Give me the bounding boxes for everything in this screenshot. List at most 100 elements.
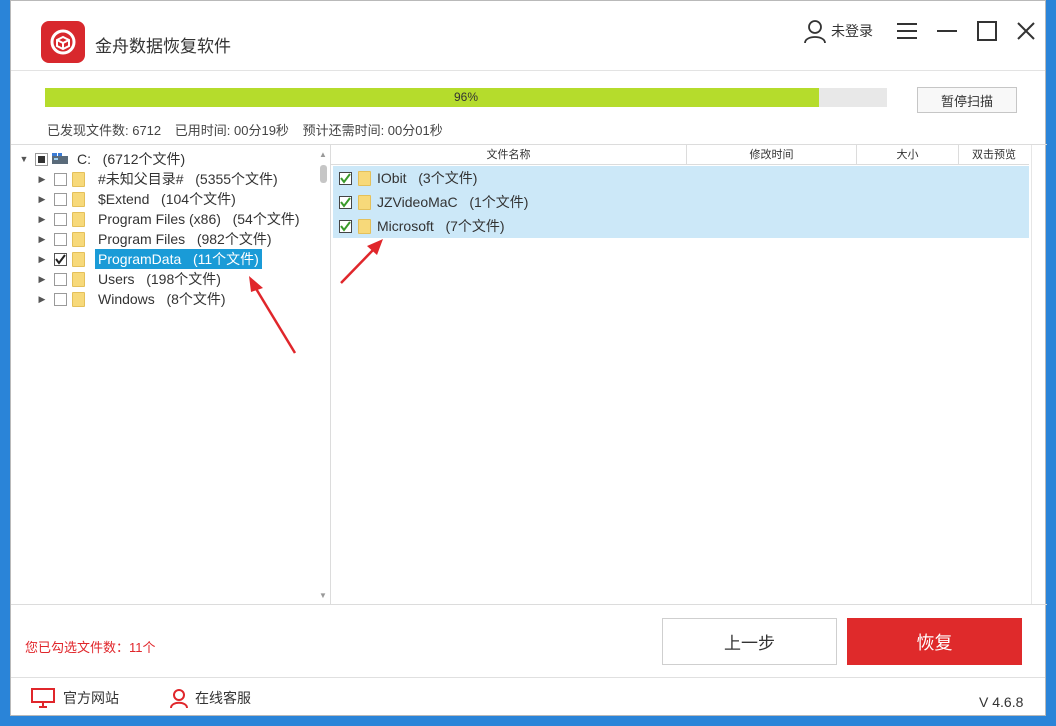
monitor-icon — [31, 688, 55, 708]
drive-icon — [52, 153, 68, 164]
official-website-label: 官方网站 — [63, 690, 119, 706]
file-list-row[interactable]: IObit (3个文件) — [333, 166, 1029, 190]
expand-arrow-icon[interactable]: ▶ — [37, 274, 47, 284]
file-list-header: 文件名称 修改时间 大小 双击预览 — [331, 145, 1029, 165]
file-row-name: Microsoft (7个文件) — [377, 218, 505, 234]
tree-item-label[interactable]: Users (198个文件) — [95, 269, 224, 289]
menu-button[interactable] — [895, 19, 919, 43]
pause-scan-button[interactable]: 暂停扫描 — [917, 87, 1017, 113]
menu-icon — [897, 23, 917, 39]
checkmark-icon — [340, 196, 351, 208]
folder-icon — [358, 170, 371, 186]
online-support-label: 在线客服 — [195, 690, 251, 706]
app-logo — [41, 21, 85, 63]
scroll-up-icon[interactable]: ▲ — [317, 149, 329, 161]
tree-item[interactable]: ▶ ProgramData (11个文件) — [37, 249, 262, 269]
tree-root-checkbox[interactable] — [35, 152, 48, 166]
checkmark-icon — [55, 253, 66, 265]
tree-item[interactable]: ▶ $Extend (104个文件) — [37, 189, 239, 209]
online-support-link[interactable]: 在线客服 — [169, 688, 251, 708]
footer: 官方网站 在线客服 V 4.6.8 — [11, 677, 1045, 717]
file-row-checkbox[interactable] — [339, 219, 352, 233]
scan-status: 已发现文件数: 6712 已用时间: 00分19秒 预计还需时间: 00分01秒 — [47, 120, 453, 139]
tree-item-label[interactable]: #未知父目录# (5355个文件) — [95, 169, 281, 189]
minimize-icon — [937, 30, 957, 32]
close-icon — [1017, 22, 1035, 40]
expand-arrow-icon[interactable]: ▶ — [37, 294, 47, 304]
user-login[interactable]: 未登录 — [803, 19, 873, 43]
file-row-name: JZVideoMaC (1个文件) — [377, 194, 529, 210]
collapse-arrow-icon[interactable]: ▼ — [19, 154, 29, 164]
file-list: 文件名称 修改时间 大小 双击预览 IObit (3个文件) JZVideoMaC… — [331, 144, 1047, 605]
close-button[interactable] — [1014, 19, 1038, 43]
checkmark-icon — [340, 220, 351, 232]
tree-item-label[interactable]: Program Files (x86) (54个文件) — [95, 209, 303, 229]
column-name-header[interactable]: 文件名称 — [331, 145, 687, 165]
elapsed-time: 已用时间: 00分19秒 — [174, 123, 289, 138]
tree-item-checkbox[interactable] — [54, 232, 67, 246]
maximize-icon — [977, 21, 997, 41]
tree-item-checkbox[interactable] — [54, 192, 67, 206]
column-size-header[interactable]: 大小 — [857, 145, 959, 165]
column-preview-header[interactable]: 双击预览 — [959, 145, 1029, 165]
folder-icon — [72, 291, 85, 307]
tree-item[interactable]: ▶ Users (198个文件) — [37, 269, 224, 289]
user-icon — [804, 20, 826, 43]
selected-file-count: 您已勾选文件数：11个 — [25, 640, 156, 655]
tree-item-label[interactable]: ProgramData (11个文件) — [95, 249, 262, 269]
file-row-checkbox[interactable] — [339, 171, 352, 185]
file-row-checkbox[interactable] — [339, 195, 352, 209]
file-list-scrollbar[interactable] — [1031, 145, 1047, 604]
minimize-button[interactable] — [935, 19, 959, 43]
expand-arrow-icon[interactable]: ▶ — [37, 214, 47, 224]
app-title: 金舟数据恢复软件 — [95, 37, 231, 56]
tree-item-checkbox[interactable] — [54, 272, 67, 286]
scan-progress-label: 96% — [453, 90, 479, 104]
tree-item-label[interactable]: $Extend (104个文件) — [95, 189, 239, 209]
tree-item-checkbox[interactable] — [54, 252, 67, 266]
folder-icon — [358, 194, 371, 210]
tree-scrollbar[interactable]: ▲ ▼ — [317, 145, 329, 604]
support-agent-icon — [170, 689, 188, 708]
title-bar: 金舟数据恢复软件 未登录 — [11, 1, 1045, 71]
expand-arrow-icon[interactable]: ▶ — [37, 234, 47, 244]
expand-arrow-icon[interactable]: ▶ — [37, 254, 47, 264]
tree-item-checkbox[interactable] — [54, 172, 67, 186]
folder-icon — [72, 231, 85, 247]
scroll-thumb[interactable] — [320, 165, 327, 183]
logo-icon — [50, 29, 76, 55]
expand-arrow-icon[interactable]: ▶ — [37, 194, 47, 204]
folder-icon — [358, 218, 371, 234]
restore-button[interactable]: 恢复 — [847, 618, 1022, 665]
file-row-name: IObit (3个文件) — [377, 170, 478, 186]
tree-item[interactable]: ▶ Windows (8个文件) — [37, 289, 229, 309]
version-label: V 4.6.8 — [979, 694, 1024, 710]
directory-tree: ▼ C: (6712个文件) ▶ #未知父目录# (5355个文件) ▶ $Exten… — [11, 144, 331, 605]
found-count: 已发现文件数: 6712 — [47, 123, 162, 138]
official-website-link[interactable]: 官方网站 — [31, 688, 119, 708]
folder-icon — [72, 271, 85, 287]
tree-item-label[interactable]: Windows (8个文件) — [95, 289, 229, 309]
tree-item-checkbox[interactable] — [54, 292, 67, 306]
previous-step-button[interactable]: 上一步 — [662, 618, 837, 665]
scroll-down-icon[interactable]: ▼ — [317, 590, 329, 602]
column-modified-header[interactable]: 修改时间 — [687, 145, 857, 165]
tree-item-checkbox[interactable] — [54, 212, 67, 226]
expand-arrow-icon[interactable]: ▶ — [37, 174, 47, 184]
app-window: 金舟数据恢复软件 未登录 96% 暂停扫描 已发现文件数: 6712 已用时间:… — [10, 0, 1047, 717]
tree-root-drive[interactable]: ▼ C: (6712个文件) — [19, 149, 188, 169]
file-list-row[interactable]: Microsoft (7个文件) — [333, 214, 1029, 238]
maximize-button[interactable] — [975, 19, 999, 43]
checkmark-icon — [340, 172, 351, 184]
tree-item-label[interactable]: Program Files (982个文件) — [95, 229, 275, 249]
tree-item[interactable]: ▶ Program Files (982个文件) — [37, 229, 275, 249]
tree-item[interactable]: ▶ Program Files (x86) (54个文件) — [37, 209, 303, 229]
folder-icon — [72, 251, 85, 267]
scan-progress-bar: 96% — [45, 88, 887, 107]
tree-root-label: C: (6712个文件) — [77, 151, 186, 167]
remaining-time: 预计还需时间: 00分01秒 — [302, 123, 443, 138]
folder-icon — [72, 191, 85, 207]
user-label: 未登录 — [831, 23, 873, 39]
tree-item[interactable]: ▶ #未知父目录# (5355个文件) — [37, 169, 281, 189]
file-list-row[interactable]: JZVideoMaC (1个文件) — [333, 190, 1029, 214]
